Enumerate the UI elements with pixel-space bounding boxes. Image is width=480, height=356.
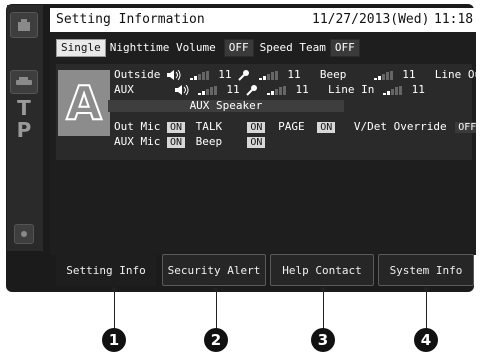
home-icon bbox=[18, 19, 30, 31]
status-row: Single Nighttime Volume OFF Speed Team O… bbox=[56, 39, 360, 57]
signal-bars-icon bbox=[258, 70, 279, 80]
screen: Setting Information 11/27/2013(Wed) 11:1… bbox=[50, 8, 476, 255]
aux-speaker-header: AUX Speaker bbox=[108, 100, 344, 112]
tab-help-contact[interactable]: Help Contact bbox=[270, 254, 374, 286]
tab-system-info[interactable]: System Info bbox=[378, 254, 474, 286]
callout-pointer-line bbox=[216, 289, 217, 329]
page-title: Setting Information bbox=[56, 12, 205, 27]
callout-pointer-line bbox=[426, 289, 427, 329]
talk-label: TALK bbox=[195, 120, 223, 133]
signal-bars-icon bbox=[197, 85, 218, 95]
line-out-label: Line Out bbox=[434, 68, 476, 81]
out-mic-value: ON bbox=[166, 122, 186, 133]
page-value: ON bbox=[317, 122, 336, 133]
outside-speaker-level: 11 bbox=[218, 68, 232, 81]
out-mic-label: Out Mic bbox=[114, 120, 161, 133]
speed-team-value: OFF bbox=[329, 39, 360, 57]
time-readout: 11:18 bbox=[434, 12, 474, 27]
callout-pointer-line bbox=[114, 289, 115, 329]
aux-row: AUX 11 11 Line In 11 bbox=[114, 83, 425, 96]
dot-icon bbox=[21, 231, 27, 237]
signal-bars-icon bbox=[266, 85, 287, 95]
rail-letter-p[interactable]: P bbox=[10, 118, 38, 142]
car-icon bbox=[16, 77, 32, 85]
signal-bars-icon bbox=[382, 85, 403, 95]
speed-team-label: Speed Team bbox=[259, 41, 326, 54]
beep-level: 11 bbox=[402, 68, 416, 81]
date-readout: 11/27/2013(Wed) bbox=[312, 12, 430, 27]
aux-mic-label: AUX Mic bbox=[114, 135, 161, 148]
signal-bars-icon bbox=[189, 70, 210, 80]
aux-mic-row: AUX Mic ON Beep ON bbox=[114, 135, 266, 148]
callout-1: 1 bbox=[102, 328, 126, 352]
car-button[interactable] bbox=[10, 70, 38, 94]
talk-value: ON bbox=[247, 122, 266, 133]
station-letter: A bbox=[65, 75, 103, 131]
tab-bar: Setting Info Security Alert Help Contact… bbox=[50, 254, 476, 288]
line-in-label: Line In bbox=[328, 83, 375, 96]
outside-label: Outside bbox=[114, 68, 161, 81]
beep2-label: Beep bbox=[195, 135, 223, 148]
vdet-override-value: OFF bbox=[455, 122, 476, 133]
line-in-level: 11 bbox=[411, 83, 425, 96]
beep2-value: ON bbox=[247, 137, 266, 148]
nighttime-volume-value: OFF bbox=[223, 39, 254, 57]
aux-mic-level: 11 bbox=[295, 83, 309, 96]
title-bar: Setting Information 11/27/2013(Wed) 11:1… bbox=[50, 8, 476, 32]
page-label: PAGE bbox=[278, 120, 305, 133]
aux-speaker-level: 11 bbox=[226, 83, 240, 96]
mode-badge: Single bbox=[56, 39, 106, 57]
callout-pointer-line bbox=[323, 289, 324, 329]
out-mic-row: Out Mic ON TALK ON PAGE ON V/Det Overrid… bbox=[114, 120, 476, 133]
tab-setting-info[interactable]: Setting Info bbox=[56, 254, 156, 286]
aux-label: AUX bbox=[114, 83, 134, 96]
outside-row: Outside 11 11 Beep 11 Line Out 11 bbox=[114, 68, 476, 81]
outside-mic-level: 11 bbox=[287, 68, 301, 81]
callout-3: 3 bbox=[311, 328, 335, 352]
signal-bars-icon bbox=[373, 70, 394, 80]
tab-security-alert[interactable]: Security Alert bbox=[162, 254, 266, 286]
station-panel: A Outside 11 11 Beep 11 Line Out 11 AUX bbox=[56, 64, 476, 160]
callout-2: 2 bbox=[204, 328, 228, 352]
microphone-icon bbox=[238, 69, 250, 81]
speaker-icon bbox=[166, 70, 181, 80]
rail-letter-t[interactable]: T bbox=[10, 96, 38, 120]
beep-label: Beep bbox=[319, 68, 347, 81]
home-button[interactable] bbox=[10, 12, 38, 38]
nighttime-volume-label: Nighttime Volume bbox=[109, 41, 216, 54]
station-avatar: A bbox=[58, 70, 110, 136]
microphone-icon bbox=[246, 84, 258, 96]
vdet-override-label: V/Det Override bbox=[353, 120, 447, 133]
speaker-icon bbox=[175, 85, 189, 95]
aux-mic-value: ON bbox=[166, 137, 186, 148]
indicator-button[interactable] bbox=[14, 224, 34, 244]
callout-4: 4 bbox=[414, 328, 438, 352]
